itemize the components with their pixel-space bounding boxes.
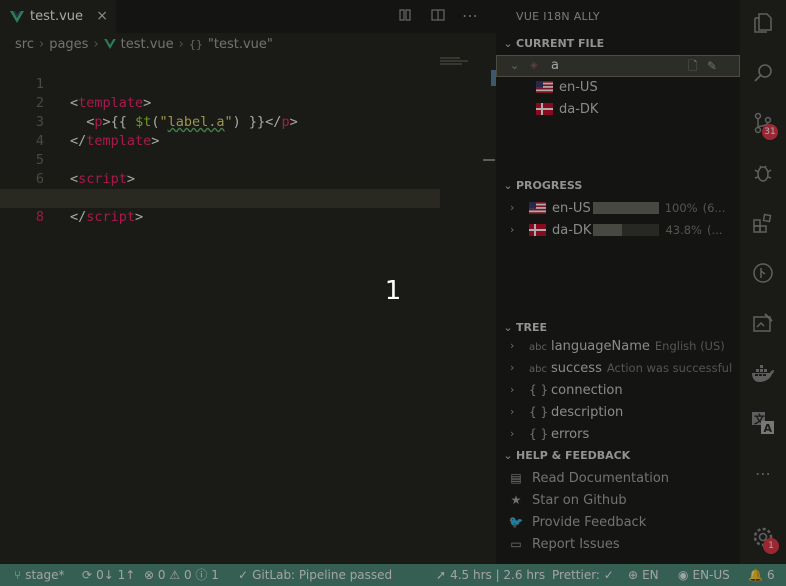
dim-overlay: 1 [0,0,786,586]
vscode-window: test.vue × ⋯ src › pages › test.vue › {}… [0,0,786,586]
overlay-number: 1 [384,276,402,306]
